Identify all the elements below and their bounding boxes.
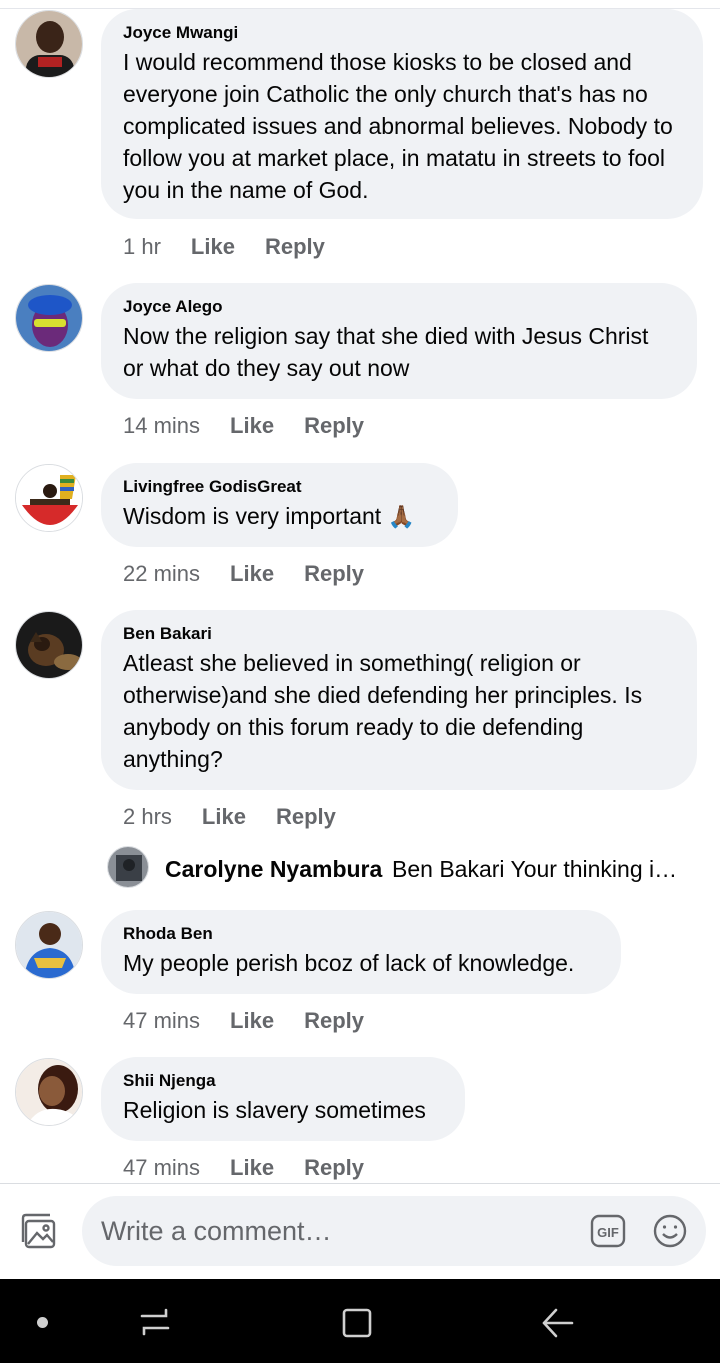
comment-actions: 14 mins Like Reply <box>123 413 364 439</box>
system-nav-bar <box>0 1279 720 1363</box>
reply-avatar[interactable] <box>107 846 149 888</box>
reply-author[interactable]: Carolyne Nyambura <box>165 856 382 883</box>
comment-time: 2 hrs <box>123 804 172 829</box>
recent-apps-icon[interactable] <box>138 1306 172 1338</box>
comment-input[interactable]: Write a comment… GIF <box>82 1196 706 1266</box>
gif-button[interactable]: GIF <box>590 1214 626 1248</box>
like-button[interactable]: Like <box>202 804 246 830</box>
like-button[interactable]: Like <box>230 561 274 587</box>
comment-time: 14 mins <box>123 413 201 438</box>
comment-author[interactable]: Joyce Mwangi <box>123 22 681 44</box>
praying-hands-emoji: 🙏🏾 <box>387 504 415 529</box>
comment-bubble[interactable]: Livingfree GodisGreat Wisdom is very imp… <box>101 463 458 547</box>
like-button[interactable]: Like <box>230 1008 274 1034</box>
comment-bubble[interactable]: Rhoda Ben My people perish bcoz of lack … <box>101 910 621 994</box>
comment-bubble[interactable]: Shii Njenga Religion is slavery sometime… <box>101 1057 465 1141</box>
comment-bubble[interactable]: Ben Bakari Atleast she believed in somet… <box>101 610 697 790</box>
comment-text: Religion is slavery sometimes <box>123 1097 426 1123</box>
avatar[interactable] <box>15 10 83 78</box>
comment-text-row: Wisdom is very important 🙏🏾 <box>123 500 436 533</box>
comment-bubble[interactable]: Joyce Mwangi I would recommend those kio… <box>101 9 703 219</box>
comment-text: Now the religion say that she died with … <box>123 323 649 381</box>
photo-icon[interactable] <box>20 1212 60 1252</box>
comment-actions: 47 mins Like Reply <box>123 1008 364 1034</box>
avatar[interactable] <box>15 911 83 979</box>
comment-actions: 47 mins Like Reply <box>123 1155 364 1181</box>
reply-text: Ben Bakari Your thinking is hanging <box>392 856 682 882</box>
comment-time: 1 hr <box>123 234 161 259</box>
emoji-icon[interactable] <box>652 1213 688 1249</box>
comment-time: 47 mins <box>123 1008 201 1033</box>
back-icon[interactable] <box>540 1306 576 1340</box>
like-button[interactable]: Like <box>191 234 235 260</box>
avatar[interactable] <box>15 1058 83 1126</box>
like-button[interactable]: Like <box>230 1155 274 1181</box>
comment-author[interactable]: Rhoda Ben <box>123 923 599 945</box>
comment-time: 47 mins <box>123 1155 201 1180</box>
reply-button[interactable]: Reply <box>304 1008 364 1034</box>
avatar[interactable] <box>15 464 83 532</box>
comment-input-placeholder: Write a comment… <box>101 1216 332 1246</box>
reply-button[interactable]: Reply <box>304 1155 364 1181</box>
comment-bubble[interactable]: Joyce Alego Now the religion say that sh… <box>101 283 697 399</box>
reply-button[interactable]: Reply <box>304 561 364 587</box>
gif-label: GIF <box>597 1225 619 1240</box>
comment-actions: 1 hr Like Reply <box>123 234 325 260</box>
like-button[interactable]: Like <box>230 413 274 439</box>
reply-button[interactable]: Reply <box>276 804 336 830</box>
comment-author[interactable]: Joyce Alego <box>123 296 675 318</box>
comment-author[interactable]: Ben Bakari <box>123 623 675 645</box>
comment-actions: 22 mins Like Reply <box>123 561 364 587</box>
avatar[interactable] <box>15 284 83 352</box>
comment-author[interactable]: Shii Njenga <box>123 1070 443 1092</box>
comment-time: 22 mins <box>123 561 201 586</box>
comment-author[interactable]: Livingfree GodisGreat <box>123 476 436 498</box>
reply-preview[interactable]: Carolyne Nyambura Ben Bakari Your thinki… <box>107 846 707 890</box>
dot-icon[interactable] <box>37 1317 48 1328</box>
comment-text: I would recommend those kiosks to be clo… <box>123 49 673 203</box>
home-icon[interactable] <box>340 1306 374 1340</box>
comment-text: Atleast she believed in something( relig… <box>123 650 643 772</box>
avatar[interactable] <box>15 611 83 679</box>
reply-button[interactable]: Reply <box>304 413 364 439</box>
comment-text: My people perish bcoz of lack of knowled… <box>123 950 575 976</box>
comment-composer: Write a comment… GIF <box>0 1184 720 1279</box>
comment-actions: 2 hrs Like Reply <box>123 804 336 830</box>
comment-text: Wisdom is very important <box>123 503 382 529</box>
reply-button[interactable]: Reply <box>265 234 325 260</box>
